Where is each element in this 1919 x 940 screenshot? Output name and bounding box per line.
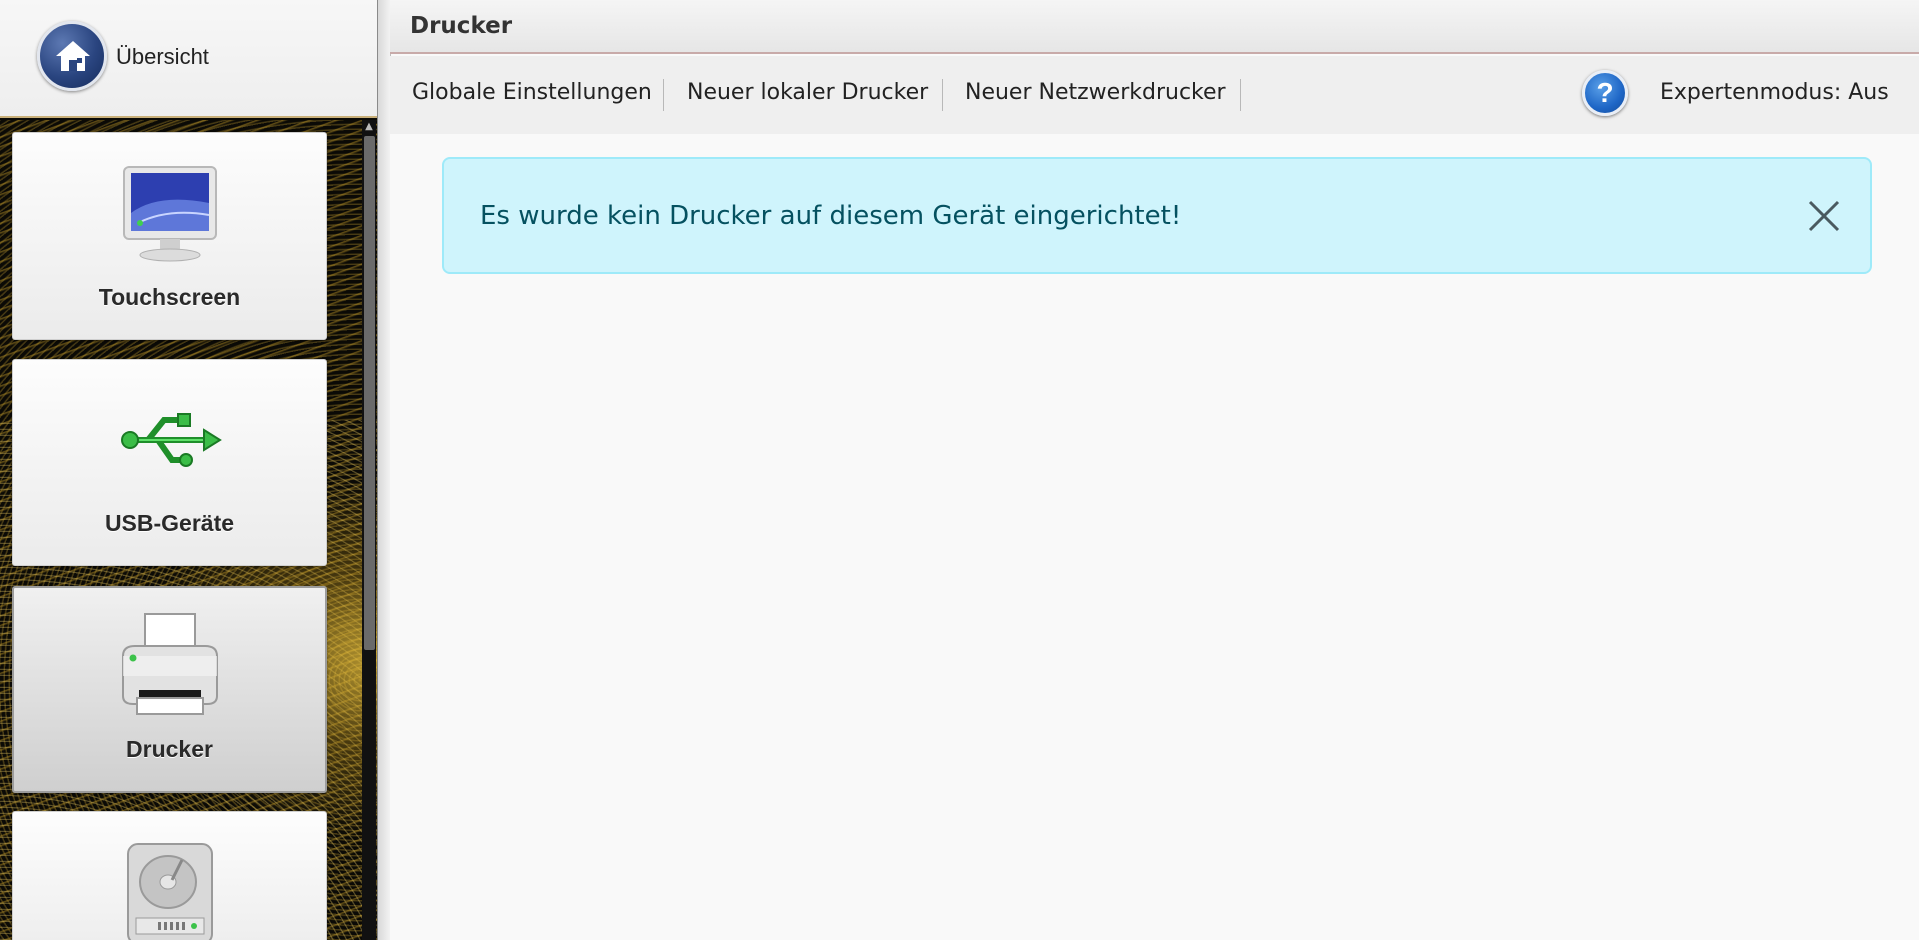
toolbar-divider — [1240, 79, 1241, 111]
question-icon[interactable]: ? — [1582, 70, 1628, 116]
alert-message: Es wurde kein Drucker auf diesem Gerät e… — [480, 201, 1182, 231]
scroll-up-arrow-icon[interactable]: ▲ — [362, 120, 376, 134]
toolbar-divider — [942, 79, 943, 111]
global-settings-button[interactable]: Globale Einstellungen — [412, 80, 652, 105]
content-area: Es wurde kein Drucker auf diesem Gerät e… — [390, 134, 1919, 940]
printer-icon — [115, 612, 225, 724]
new-local-printer-button[interactable]: Neuer lokaler Drucker — [687, 80, 928, 105]
title-bar: Drucker — [390, 0, 1919, 54]
scroll-thumb[interactable] — [364, 136, 375, 650]
home-icon — [37, 21, 107, 91]
expert-mode-toggle[interactable]: Expertenmodus: Aus — [1660, 80, 1889, 105]
close-icon[interactable] — [1806, 198, 1842, 234]
hard-drive-icon — [122, 840, 218, 940]
sidebar-tile-usb[interactable]: USB-Geräte — [12, 359, 327, 566]
toolbar-divider — [663, 79, 664, 111]
sidebar-tile-printer[interactable]: Drucker — [12, 586, 327, 793]
sidebar-tile-storage[interactable] — [12, 811, 327, 940]
tile-label: Drucker — [126, 736, 213, 762]
sidebar-scrollbar[interactable]: ▲ — [362, 120, 376, 940]
toolbar: Globale Einstellungen Neuer lokaler Druc… — [390, 56, 1919, 134]
tile-label: USB-Geräte — [104, 510, 235, 536]
main-panel: Drucker Globale Einstellungen Neuer loka… — [378, 0, 1919, 940]
sidebar-tile-touchscreen[interactable]: Touchscreen — [12, 132, 327, 340]
sidebar: Übersicht Touchscreen USB-Geräte Drucker… — [0, 0, 378, 940]
usb-icon — [118, 408, 222, 482]
overview-label: Übersicht — [116, 44, 209, 69]
page-title: Drucker — [410, 13, 513, 39]
new-network-printer-button[interactable]: Neuer Netzwerkdrucker — [965, 80, 1226, 105]
overview-link[interactable]: Übersicht — [0, 0, 377, 118]
info-alert: Es wurde kein Drucker auf diesem Gerät e… — [442, 157, 1872, 274]
tile-label: Touchscreen — [98, 284, 241, 310]
monitor-icon — [118, 163, 222, 271]
